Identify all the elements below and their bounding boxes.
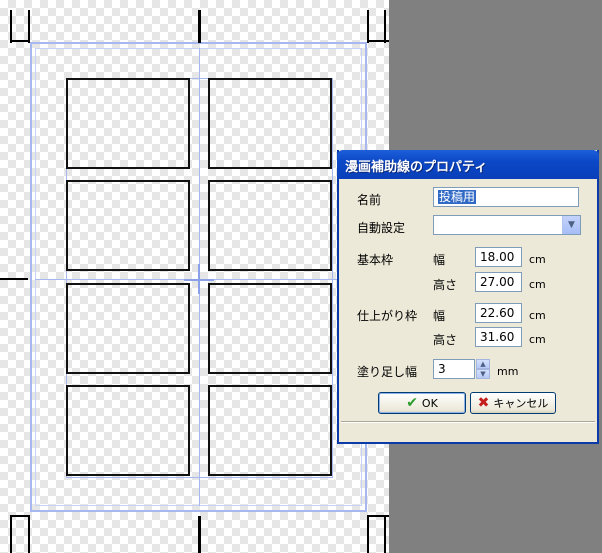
manga-guide-properties-dialog: 漫画補助線のプロパティ 名前 投稿用 自動設定 ▼ 基本枠 幅 18.00 cm… xyxy=(337,150,599,444)
base-height-label: 高さ xyxy=(433,278,458,292)
dialog-title: 漫画補助線のプロパティ xyxy=(345,160,488,175)
bleed-input[interactable]: 3 xyxy=(433,359,475,379)
ok-button[interactable]: ✔ OK xyxy=(378,392,466,414)
crop-mark xyxy=(10,516,12,553)
panel-frame[interactable] xyxy=(208,180,332,271)
triangle-up-icon[interactable]: ▲ xyxy=(476,359,490,369)
base-width-input[interactable]: 18.00 xyxy=(475,247,522,267)
crop-mark xyxy=(10,515,30,517)
check-icon: ✔ xyxy=(406,395,418,411)
finished-height-input[interactable]: 31.60 xyxy=(475,327,522,347)
cancel-label: キャンセル xyxy=(493,397,549,410)
panel-frame[interactable] xyxy=(208,283,332,374)
finished-width-label: 幅 xyxy=(433,309,446,323)
base-frame-label: 基本枠 xyxy=(357,253,394,267)
auto-setting-label: 自動設定 xyxy=(357,221,406,235)
auto-setting-select[interactable]: ▼ xyxy=(433,215,581,235)
crop-mark xyxy=(198,10,201,43)
bleed-spinner[interactable]: ▲ ▼ xyxy=(476,359,490,379)
dialog-status-bar xyxy=(341,421,595,440)
crop-mark xyxy=(384,10,386,43)
bleed-label: 塗り足し幅 xyxy=(357,365,418,379)
crop-mark xyxy=(0,278,28,280)
panel-frame[interactable] xyxy=(66,180,190,271)
finished-width-unit: cm xyxy=(529,309,546,322)
base-width-unit: cm xyxy=(529,253,546,266)
base-frame-bottom-guide xyxy=(66,477,332,478)
crop-mark xyxy=(28,516,30,553)
crop-mark xyxy=(10,40,30,42)
finished-height-label: 高さ xyxy=(433,333,458,347)
crop-mark xyxy=(10,10,12,43)
base-frame-right-guide xyxy=(332,78,333,478)
x-icon: ✖ xyxy=(477,395,490,411)
name-value: 投稿用 xyxy=(438,190,477,204)
base-height-unit: cm xyxy=(529,278,546,291)
panel-frame[interactable] xyxy=(66,385,190,476)
ok-label: OK xyxy=(421,396,438,410)
crop-mark xyxy=(384,516,386,553)
dialog-titlebar[interactable]: 漫画補助線のプロパティ xyxy=(337,150,599,179)
manga-canvas[interactable] xyxy=(0,0,389,553)
center-crosshair xyxy=(198,264,200,294)
name-label: 名前 xyxy=(357,193,382,207)
panel-frame[interactable] xyxy=(208,78,332,169)
base-height-input[interactable]: 27.00 xyxy=(475,272,522,292)
bleed-unit: mm xyxy=(497,365,519,378)
crop-mark xyxy=(367,40,389,42)
triangle-down-icon[interactable]: ▼ xyxy=(476,369,490,379)
crop-mark xyxy=(367,515,389,517)
panel-frame[interactable] xyxy=(208,385,332,476)
panel-frame[interactable] xyxy=(66,78,190,169)
crop-mark xyxy=(367,10,369,43)
cancel-button[interactable]: ✖ キャンセル xyxy=(470,392,556,414)
finished-height-unit: cm xyxy=(529,333,546,346)
crop-mark xyxy=(198,516,201,553)
panel-frame[interactable] xyxy=(66,283,190,374)
finished-width-input[interactable]: 22.60 xyxy=(475,303,522,323)
base-width-label: 幅 xyxy=(433,253,446,267)
crop-mark xyxy=(367,516,369,553)
name-input[interactable]: 投稿用 xyxy=(433,187,579,207)
finished-frame-label: 仕上がり枠 xyxy=(357,309,418,323)
crop-mark xyxy=(28,10,30,43)
chevron-down-icon[interactable]: ▼ xyxy=(562,216,580,234)
